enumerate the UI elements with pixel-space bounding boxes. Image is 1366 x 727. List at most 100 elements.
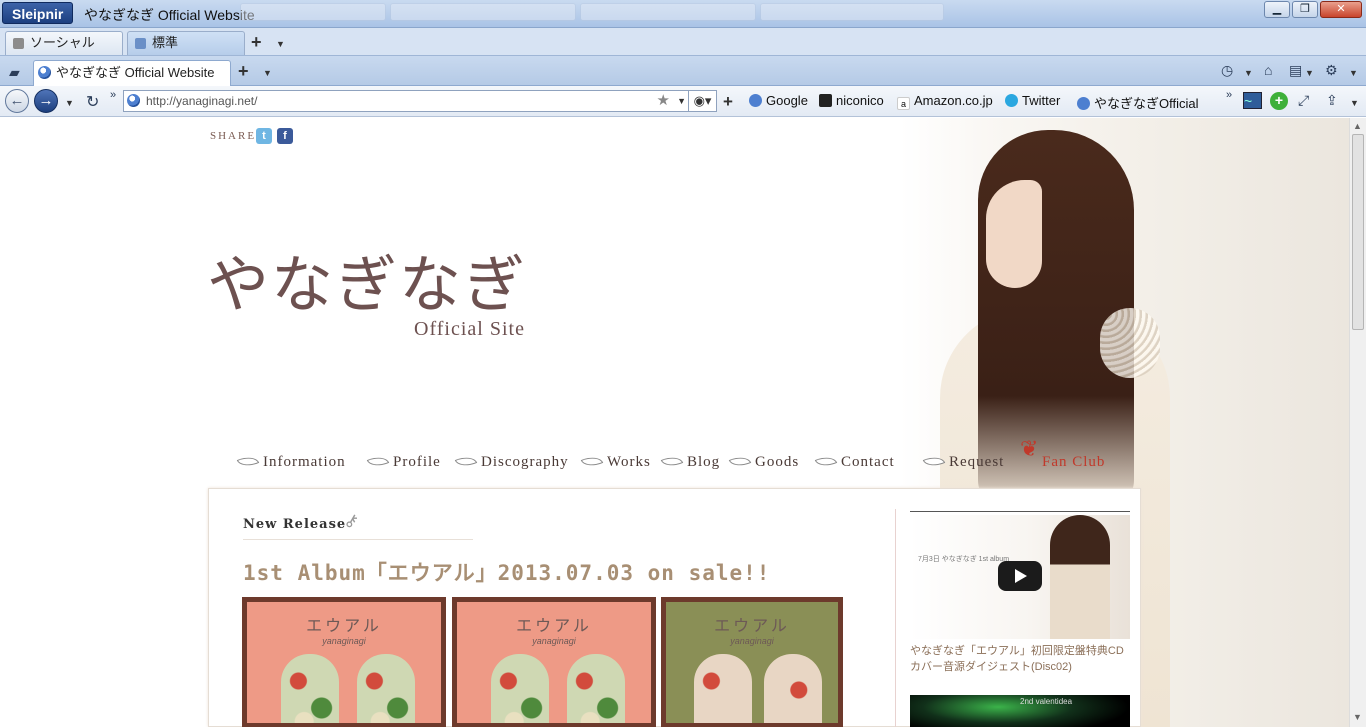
amazon-icon: a <box>897 97 910 110</box>
history-icon[interactable]: ◷ <box>1221 62 1233 79</box>
minimize-button[interactable]: ▁ <box>1264 1 1290 18</box>
tab-list-icon[interactable]: ▰ <box>9 64 20 81</box>
address-bar[interactable]: http://yanaginagi.net/ ★ ▼ ◉▾ <box>123 90 717 112</box>
bookmark-google[interactable]: Google <box>749 93 808 108</box>
leaf-icon <box>922 452 946 471</box>
scroll-down-arrow-icon[interactable]: ▼ <box>1353 712 1362 722</box>
album-cover-2[interactable]: エウアル yanaginagi <box>452 597 656 727</box>
search-engine-icon[interactable]: ◉▾ <box>688 91 716 111</box>
nav-discography[interactable]: Discography <box>454 452 569 471</box>
video-overlay-text: 7月3日 やなぎなぎ 1st album <box>918 556 1010 563</box>
page-menu-icon[interactable]: ▤ <box>1289 62 1302 79</box>
window-title: やなぎなぎ Official Website <box>84 7 255 23</box>
leaf-icon <box>580 452 604 471</box>
bookmark-twitter[interactable]: Twitter <box>1005 93 1060 108</box>
nav-request[interactable]: Request <box>922 452 1004 471</box>
reload-icon[interactable]: ↻ <box>86 92 99 112</box>
new-tab-plus-icon[interactable]: + <box>238 62 249 80</box>
nav-works[interactable]: Works <box>580 452 651 471</box>
bookmark-amazon[interactable]: a Amazon.co.jp <box>897 93 993 110</box>
site-favicon-icon <box>127 94 140 107</box>
group-tab-bar: ソーシャル 標準 + ▼ <box>0 28 1366 56</box>
twitter-share-icon[interactable]: t <box>256 128 272 144</box>
leaf-icon <box>728 452 752 471</box>
bookmark-star-icon[interactable]: ★ <box>657 91 670 111</box>
fullscreen-expand-icon[interactable]: ⤢ <box>1298 92 1309 109</box>
window-title-bar: Sleipnir やなぎなぎ Official Website ▁ ❐ ✕ <box>0 0 1366 28</box>
globe-icon <box>1077 97 1090 110</box>
add-bookmark-plus-icon[interactable]: + <box>723 93 733 110</box>
site-logo[interactable]: やなぎなぎ <box>207 234 537 324</box>
video-thumbnail-2[interactable]: 2nd valentidea <box>910 695 1130 727</box>
history-dropdown-chevron-down-icon[interactable]: ▼ <box>65 98 74 108</box>
page-menu-chevron-down-icon[interactable]: ▼ <box>1305 68 1314 78</box>
share-label: SHARE <box>210 130 257 142</box>
share-icon[interactable]: ⇪ <box>1326 92 1338 109</box>
leaf-icon <box>660 452 684 471</box>
globe-icon <box>749 94 762 107</box>
new-group-plus-icon[interactable]: + <box>251 33 262 51</box>
nav-contact[interactable]: Contact <box>814 452 895 471</box>
leaf-icon <box>814 452 838 471</box>
album-cover-3[interactable]: エウアル yanaginagi <box>661 597 843 727</box>
facebook-share-icon[interactable]: f <box>277 128 293 144</box>
butterfly-icon: ❦ <box>1020 436 1039 461</box>
chart-icon[interactable]: ~ <box>1243 92 1262 109</box>
video-sidebar: 7月3日 やなぎなぎ 1st album やなぎなぎ「エウアル」初回限定盤特典C… <box>895 509 1135 727</box>
background-windows <box>240 3 944 21</box>
close-button[interactable]: ✕ <box>1320 1 1362 18</box>
address-history-chevron-down-icon[interactable]: ▼ <box>677 91 686 111</box>
address-input[interactable]: http://yanaginagi.net/ <box>146 94 257 108</box>
section-divider <box>243 539 473 540</box>
group-tab-social[interactable]: ソーシャル <box>5 31 123 55</box>
home-icon[interactable]: ⌂ <box>1264 62 1272 78</box>
bookmark-yanaginagi-official[interactable]: やなぎなぎOfficial <box>1077 93 1199 112</box>
site-logo-subtitle: Official Site <box>414 318 525 340</box>
section-title: New Release <box>243 517 347 532</box>
app-menu-button[interactable]: Sleipnir <box>2 2 74 24</box>
leaf-icon <box>236 452 260 471</box>
tools-chevron-down-icon[interactable]: ▼ <box>1349 68 1358 78</box>
vertical-scrollbar[interactable]: ▲ ▼ <box>1349 118 1366 727</box>
album-cover-1[interactable]: エウアル yanaginagi <box>242 597 446 727</box>
tools-gear-icon[interactable]: ⚙ <box>1325 62 1338 79</box>
group-tab-label: 標準 <box>152 35 179 50</box>
forward-button[interactable]: → <box>34 89 58 113</box>
page-tab-bar: ▰ やなぎなぎ Official Website + ▼ ◷ ▼ ⌂ ▤ ▼ ⚙… <box>0 56 1366 86</box>
nav-profile[interactable]: Profile <box>366 452 441 471</box>
scroll-thumb[interactable] <box>1352 134 1364 330</box>
nav-information[interactable]: Information <box>236 452 346 471</box>
maximize-button[interactable]: ❐ <box>1292 1 1318 18</box>
bookmark-niconico[interactable]: niconico <box>819 93 884 108</box>
back-button[interactable]: ← <box>5 89 29 113</box>
add-green-icon[interactable]: + <box>1270 92 1288 110</box>
release-headline[interactable]: 1st Album「エウアル」2013.07.03 on sale!! <box>243 557 770 587</box>
play-icon[interactable] <box>998 561 1042 591</box>
nav-goods[interactable]: Goods <box>728 452 799 471</box>
tab-menu-chevron-down-icon[interactable]: ▼ <box>263 68 272 78</box>
leaf-icon <box>454 452 478 471</box>
nav-blog[interactable]: Blog <box>660 452 720 471</box>
web-content: SHARE t f やなぎなぎ Official Site Informatio… <box>0 118 1349 727</box>
navigation-bar: ← → ▼ ↻ » http://yanaginagi.net/ ★ ▼ ◉▾ … <box>0 86 1366 117</box>
main-content-panel: New Release ⚷ 1st Album「エウアル」2013.07.03 … <box>208 488 1141 727</box>
video-thumbnail[interactable]: 7月3日 やなぎなぎ 1st album <box>910 515 1130 639</box>
tv-icon <box>819 94 832 107</box>
history-chevron-down-icon[interactable]: ▼ <box>1244 68 1253 78</box>
bookmarks-overflow-chevron-icon[interactable]: » <box>1226 89 1232 101</box>
video-caption-link[interactable]: やなぎなぎ「エウアル」初回限定盤特典CD カバー音源ダイジェスト(Disc02) <box>910 643 1130 675</box>
page-tab[interactable]: やなぎなぎ Official Website <box>33 60 231 86</box>
scroll-up-arrow-icon[interactable]: ▲ <box>1353 121 1362 131</box>
page-tab-label: やなぎなぎ Official Website <box>56 65 215 80</box>
leaf-icon <box>366 452 390 471</box>
group-menu-chevron-down-icon[interactable]: ▼ <box>276 39 285 49</box>
group-color-icon <box>13 38 24 49</box>
video2-overlay-text: 2nd valentidea <box>1020 697 1073 706</box>
group-tab-label: ソーシャル <box>30 35 95 50</box>
group-tab-standard[interactable]: 標準 <box>127 31 245 55</box>
share-chevron-down-icon[interactable]: ▼ <box>1350 98 1359 108</box>
twitter-bird-icon <box>1005 94 1018 107</box>
group-color-icon <box>135 38 146 49</box>
more-chevron-icon[interactable]: » <box>110 89 116 101</box>
nav-fan-club[interactable]: Fan Club <box>1042 454 1105 471</box>
